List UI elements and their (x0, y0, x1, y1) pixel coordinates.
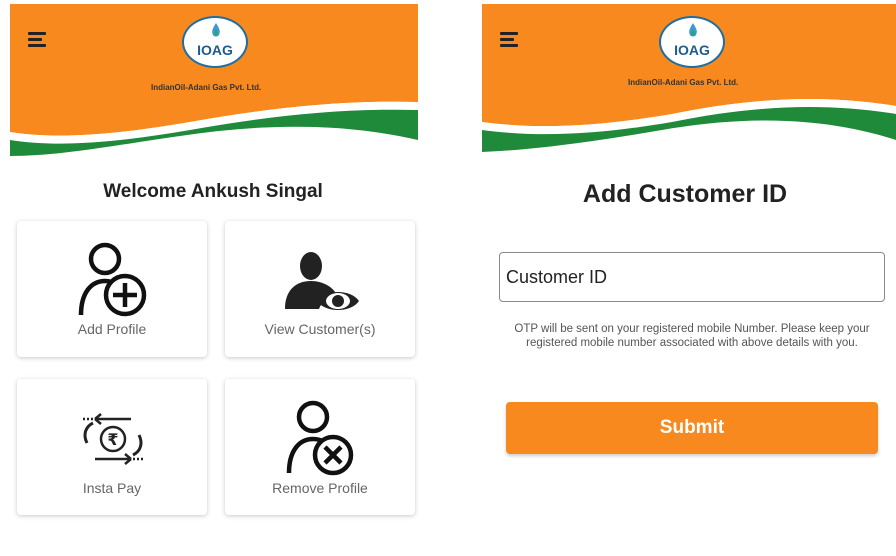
logo-text: IOAG (197, 42, 233, 58)
hamburger-icon[interactable] (28, 32, 48, 48)
view-customer-tile[interactable]: View Customer(s) (225, 221, 415, 357)
home-screen: IOAG IndianOil-Adani Gas Pvt. Ltd. Welco… (0, 0, 426, 556)
ioag-logo: IOAG (659, 16, 725, 68)
svg-text:₹: ₹ (107, 430, 118, 449)
remove-profile-label: Remove Profile (272, 480, 368, 496)
add-profile-tile[interactable]: Add Profile (17, 221, 207, 357)
flame-icon (689, 23, 697, 37)
add-profile-icon (78, 242, 147, 317)
remove-profile-tile[interactable]: Remove Profile (225, 379, 415, 515)
app-header: IOAG IndianOil-Adani Gas Pvt. Ltd. (482, 4, 896, 152)
page-title: Add Customer ID (582, 180, 788, 208)
customer-id-input[interactable] (499, 252, 885, 302)
add-profile-label: Add Profile (77, 321, 147, 337)
flame-icon (212, 23, 220, 37)
company-name: IndianOil-Adani Gas Pvt. Ltd. (628, 78, 739, 87)
submit-button[interactable]: Submit (506, 402, 878, 454)
insta-pay-tile[interactable]: ₹ Insta Pay (17, 379, 207, 515)
welcome-text: Welcome Ankush Singal (103, 181, 323, 202)
rupee-exchange-icon: ₹ (83, 413, 145, 465)
hamburger-icon[interactable] (500, 32, 520, 48)
remove-profile-icon (286, 400, 354, 476)
otp-note: OTP will be sent on your registered mobi… (514, 323, 870, 349)
app-header: IOAG IndianOil-Adani Gas Pvt. Ltd. (10, 4, 418, 156)
insta-pay-label: Insta Pay (82, 480, 142, 496)
company-name: IndianOil-Adani Gas Pvt. Ltd. (151, 83, 262, 92)
ioag-logo: IOAG (182, 16, 248, 68)
view-customer-label: View Customer(s) (264, 321, 376, 337)
logo-text: IOAG (674, 42, 710, 58)
add-customer-screen: IOAG IndianOil-Adani Gas Pvt. Ltd. Add C… (474, 0, 896, 556)
view-customer-icon (285, 252, 359, 310)
